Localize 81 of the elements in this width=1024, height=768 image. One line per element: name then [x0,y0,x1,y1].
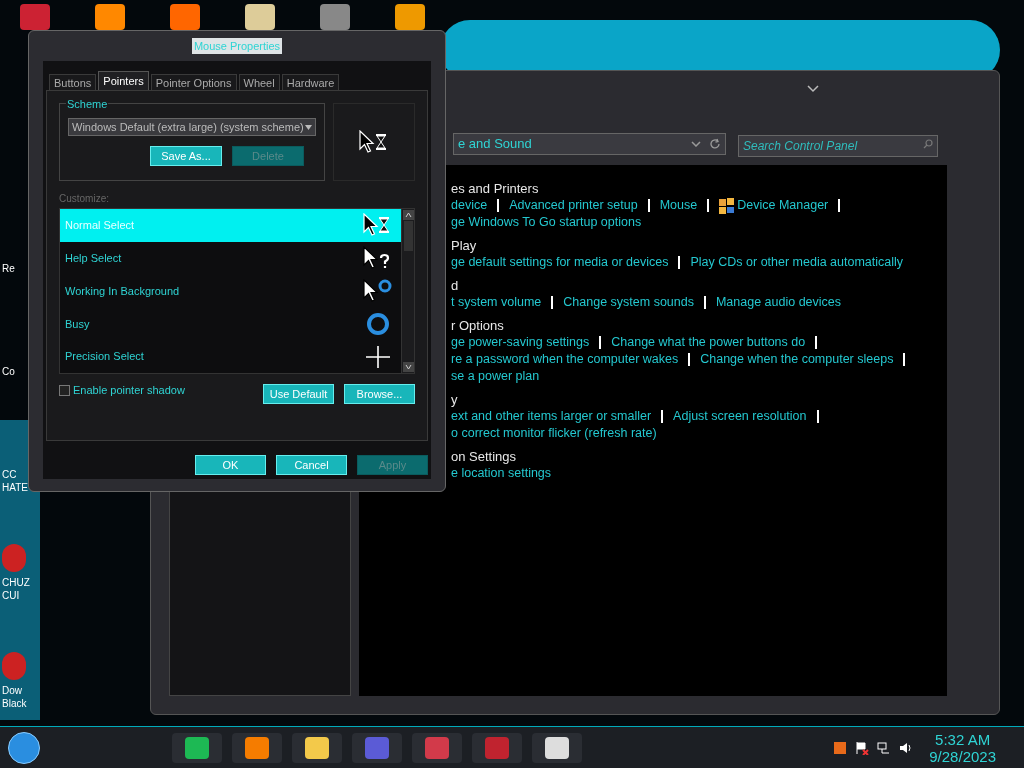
taskbar-app[interactable] [292,732,342,763]
link[interactable]: device [451,197,488,214]
pointer-ring-icon [363,279,393,303]
desktop-icon-label[interactable]: HATE [2,481,28,494]
link[interactable]: Mouse [659,197,698,214]
desktop-icon[interactable] [245,4,275,30]
link[interactable]: o correct monitor flicker (refresh rate) [451,425,657,442]
link[interactable]: ext and other items larger or smaller [451,408,652,425]
checkbox[interactable] [59,384,70,396]
taskbar-app[interactable] [532,732,582,763]
device-manager-icon [719,197,736,214]
link[interactable]: Advanced printer setup [509,197,638,214]
section-heading: y [451,391,459,408]
dropdown-icon [691,141,701,147]
link[interactable]: ge Windows To Go startup options [451,214,642,231]
link[interactable]: Change system sounds [563,294,694,311]
link[interactable]: Manage audio devices [715,294,842,311]
scroll-up-icon [402,210,414,220]
section-heading: Play [451,237,478,254]
section-heading: r Options [451,317,505,334]
speaker-icon [899,740,914,755]
tab[interactable]: Pointer Options [150,74,237,90]
scheme-dropdown[interactable]: Windows Default (extra large) (system scheme) [68,118,316,136]
list-item[interactable]: Busy [60,307,401,341]
chevron-icon [807,85,819,93]
refresh-icon [709,138,721,150]
link[interactable]: e location settings [451,465,552,482]
link[interactable]: Adjust screen resolution [673,408,807,425]
link[interactable]: Change when the computer sleeps [700,351,894,368]
tab[interactable]: Hardware [281,74,340,90]
dropdown-arrow-icon [305,124,312,130]
flag-icon [855,740,870,755]
clock-date: 9/28/2023 [929,747,996,765]
section-heading: es and Printers [451,180,540,197]
desktop-icon-label[interactable]: CHUZ [2,576,30,589]
section-heading: on Settings [451,448,518,465]
list-item[interactable]: Precision Select [60,340,401,373]
tab[interactable]: Wheel [238,74,280,90]
taskbar-app[interactable] [172,732,222,763]
scrollbar-thumb[interactable] [403,221,413,251]
link[interactable]: Play CDs or other media automatically [690,254,904,271]
desktop-icon-label[interactable]: Co [2,365,15,378]
list-item[interactable]: Working In Background [60,274,401,308]
customize-label: Customize: [59,192,110,206]
desktop-icon-label[interactable]: CUI [2,589,20,602]
desktop-icon[interactable] [95,4,125,30]
desktop-icon[interactable] [320,4,350,30]
search-field[interactable]: Search Control Panel [738,135,938,157]
search-icon [923,139,933,149]
desktop-icon-label[interactable]: CC [2,468,17,481]
scroll-down-icon [402,362,414,372]
network-icon [877,740,892,755]
link[interactable]: ge power-saving settings [451,334,590,351]
link[interactable]: Device Manager [737,197,829,214]
tab[interactable]: Pointers [98,71,149,90]
link[interactable]: se a power plan [451,368,540,385]
tab[interactable]: Buttons [49,74,97,90]
scrollbar[interactable] [401,209,414,373]
address-text: e and Sound [458,135,532,154]
desktop-icon[interactable] [20,4,50,30]
desktop-icon-label[interactable]: Black [2,697,27,710]
desktop-icon[interactable] [395,4,425,30]
link[interactable]: t system volume [451,294,542,311]
start-button[interactable] [8,731,40,764]
checkbox-label: Enable pointer shadow [73,383,185,398]
desktop-icon-label[interactable]: Dow [2,684,22,697]
window-title: Mouse Properties [191,37,283,55]
list-item[interactable]: Help Select [60,241,401,275]
clock-time: 5:32 AM [935,730,991,748]
busy-pointer-icon [359,130,389,154]
section-heading: d [451,277,460,294]
address-bar[interactable]: e and Sound [453,133,726,155]
tray-app-icon [833,740,848,755]
desktop-icon[interactable] [170,4,200,30]
link[interactable]: Change what the power buttons do [611,334,806,351]
link[interactable]: re a password when the computer wakes [451,351,679,368]
link[interactable]: ge default settings for media or devices [451,254,669,271]
crosshair-icon [363,344,393,369]
taskbar-app[interactable] [232,732,282,763]
dropdown-value: Windows Default (extra large) (system scheme) [72,119,304,135]
desktop-icon-label[interactable]: Re [2,262,15,275]
